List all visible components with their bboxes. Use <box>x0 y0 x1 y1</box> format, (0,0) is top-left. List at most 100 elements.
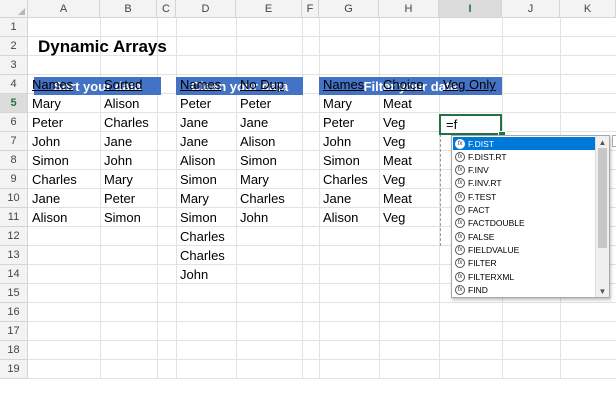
row-header-2[interactable]: 2 <box>0 37 28 56</box>
autocomplete-item[interactable]: fx FACT <box>453 204 597 217</box>
clean-header-names[interactable]: Names <box>176 75 221 94</box>
autocomplete-item[interactable]: fx F.INV.RT <box>453 177 597 190</box>
row-header-17[interactable]: 17 <box>0 322 28 341</box>
clean-name-cell[interactable]: Jane <box>176 113 208 132</box>
autocomplete-item[interactable]: fx F.DIST <box>453 137 597 150</box>
filter-header-names[interactable]: Names <box>319 75 364 94</box>
clean-nodup-cell[interactable]: Jane <box>236 113 268 132</box>
scroll-thumb[interactable] <box>598 148 607 248</box>
clean-name-cell[interactable]: Alison <box>176 151 215 170</box>
row-header-15[interactable]: 15 <box>0 284 28 303</box>
clean-name-cell[interactable]: John <box>176 265 208 284</box>
autocomplete-item[interactable]: fx F.INV <box>453 164 597 177</box>
filter-name-cell[interactable]: Mary <box>319 94 352 113</box>
sort-name-cell[interactable]: Charles <box>28 170 77 189</box>
sort-sorted-cell[interactable]: Alison <box>100 94 139 113</box>
clean-name-cell[interactable]: Jane <box>176 132 208 151</box>
row-header-5[interactable]: 5 <box>0 94 28 113</box>
sort-name-cell[interactable]: Peter <box>28 113 63 132</box>
clean-nodup-cell[interactable]: Alison <box>236 132 275 151</box>
select-all-corner[interactable] <box>0 0 28 18</box>
column-header-i[interactable]: I <box>439 0 502 18</box>
row-header-13[interactable]: 13 <box>0 246 28 265</box>
filter-header-veg-only[interactable]: Veg Only <box>439 75 496 94</box>
row-header-6[interactable]: 6 <box>0 113 28 132</box>
column-header-h[interactable]: H <box>379 0 439 18</box>
clean-header-nodup[interactable]: No Dup <box>236 75 284 94</box>
filter-choice-cell[interactable]: Veg <box>379 208 405 227</box>
column-header-a[interactable]: A <box>28 0 100 18</box>
clean-name-cell[interactable]: Charles <box>176 227 225 246</box>
column-header-k[interactable]: K <box>560 0 616 18</box>
autocomplete-item[interactable]: fx FILTERXML <box>453 270 597 283</box>
row-header-11[interactable]: 11 <box>0 208 28 227</box>
filter-name-cell[interactable]: Simon <box>319 151 360 170</box>
filter-choice-cell[interactable]: Meat <box>379 189 412 208</box>
row-header-7[interactable]: 7 <box>0 132 28 151</box>
scroll-down-icon[interactable]: ▼ <box>596 285 609 297</box>
clean-nodup-cell[interactable]: Charles <box>236 189 285 208</box>
autocomplete-dropdown[interactable]: fx F.DIST fx F.DIST.RT fx F.INV fx F.INV.RT fx F.… <box>451 135 610 298</box>
column-header-f[interactable]: F <box>302 0 319 18</box>
row-header-10[interactable]: 10 <box>0 189 28 208</box>
row-header-18[interactable]: 18 <box>0 341 28 360</box>
autocomplete-item[interactable]: fx FALSE <box>453 230 597 243</box>
column-header-e[interactable]: E <box>236 0 302 18</box>
autocomplete-item[interactable]: fx FILTER <box>453 257 597 270</box>
row-header-4[interactable]: 4 <box>0 75 28 94</box>
filter-name-cell[interactable]: Peter <box>319 113 354 132</box>
column-header-g[interactable]: G <box>319 0 379 18</box>
column-header-j[interactable]: J <box>502 0 560 18</box>
sort-sorted-cell[interactable]: Jane <box>100 132 132 151</box>
autocomplete-item[interactable]: fx F.DIST.RT <box>453 150 597 163</box>
formula-entry[interactable]: =f <box>442 116 457 133</box>
autocomplete-scrollbar[interactable]: ▲ ▼ <box>595 136 609 297</box>
filter-name-cell[interactable]: Jane <box>319 189 351 208</box>
column-header-c[interactable]: C <box>157 0 176 18</box>
active-cell-i5[interactable]: =f <box>439 114 502 135</box>
clean-name-cell[interactable]: Simon <box>176 208 217 227</box>
column-header-d[interactable]: D <box>176 0 236 18</box>
sort-sorted-cell[interactable]: Mary <box>100 170 133 189</box>
row-header-3[interactable]: 3 <box>0 56 28 75</box>
clean-name-cell[interactable]: Charles <box>176 246 225 265</box>
filter-choice-cell[interactable]: Meat <box>379 151 412 170</box>
filter-choice-cell[interactable]: Veg <box>379 170 405 189</box>
autocomplete-item[interactable]: fx FIELDVALUE <box>453 243 597 256</box>
clean-nodup-cell[interactable]: Peter <box>236 94 271 113</box>
sort-name-cell[interactable]: Jane <box>28 189 60 208</box>
clean-name-cell[interactable]: Simon <box>176 170 217 189</box>
sort-name-cell[interactable]: John <box>28 132 60 151</box>
sort-sorted-cell[interactable]: John <box>100 151 132 170</box>
row-header-1[interactable]: 1 <box>0 18 28 37</box>
clean-nodup-cell[interactable]: Simon <box>236 151 277 170</box>
clean-name-cell[interactable]: Mary <box>176 189 209 208</box>
autocomplete-item[interactable]: fx F.TEST <box>453 190 597 203</box>
filter-header-choice[interactable]: Choice <box>379 75 423 94</box>
filter-name-cell[interactable]: Alison <box>319 208 358 227</box>
row-header-8[interactable]: 8 <box>0 151 28 170</box>
filter-name-cell[interactable]: Charles <box>319 170 368 189</box>
filter-choice-cell[interactable]: Veg <box>379 113 405 132</box>
spreadsheet-grid[interactable]: ABCDEFGHIJK 1 2 3 4 5 6 7 8 9 10 11 12 13 14 15 16 17 18 1… <box>0 0 616 419</box>
clean-nodup-cell[interactable]: Mary <box>236 170 269 189</box>
scroll-up-icon[interactable]: ▲ <box>596 136 609 148</box>
sort-header-names[interactable]: Names <box>28 75 73 94</box>
sort-name-cell[interactable]: Simon <box>28 151 69 170</box>
autocomplete-item[interactable]: fx FACTDOUBLE <box>453 217 597 230</box>
column-header-b[interactable]: B <box>100 0 157 18</box>
row-header-9[interactable]: 9 <box>0 170 28 189</box>
row-header-14[interactable]: 14 <box>0 265 28 284</box>
sort-name-cell[interactable]: Alison <box>28 208 67 227</box>
sort-sorted-cell[interactable]: Simon <box>100 208 141 227</box>
sort-name-cell[interactable]: Mary <box>28 94 61 113</box>
clean-nodup-cell[interactable]: John <box>236 208 268 227</box>
filter-choice-cell[interactable]: Veg <box>379 132 405 151</box>
filter-name-cell[interactable]: John <box>319 132 351 151</box>
function-tip-button[interactable] <box>612 135 616 147</box>
sort-sorted-cell[interactable]: Peter <box>100 189 135 208</box>
clean-name-cell[interactable]: Peter <box>176 94 211 113</box>
row-header-19[interactable]: 19 <box>0 360 28 379</box>
autocomplete-item[interactable]: fx FIND <box>453 283 597 296</box>
row-header-16[interactable]: 16 <box>0 303 28 322</box>
